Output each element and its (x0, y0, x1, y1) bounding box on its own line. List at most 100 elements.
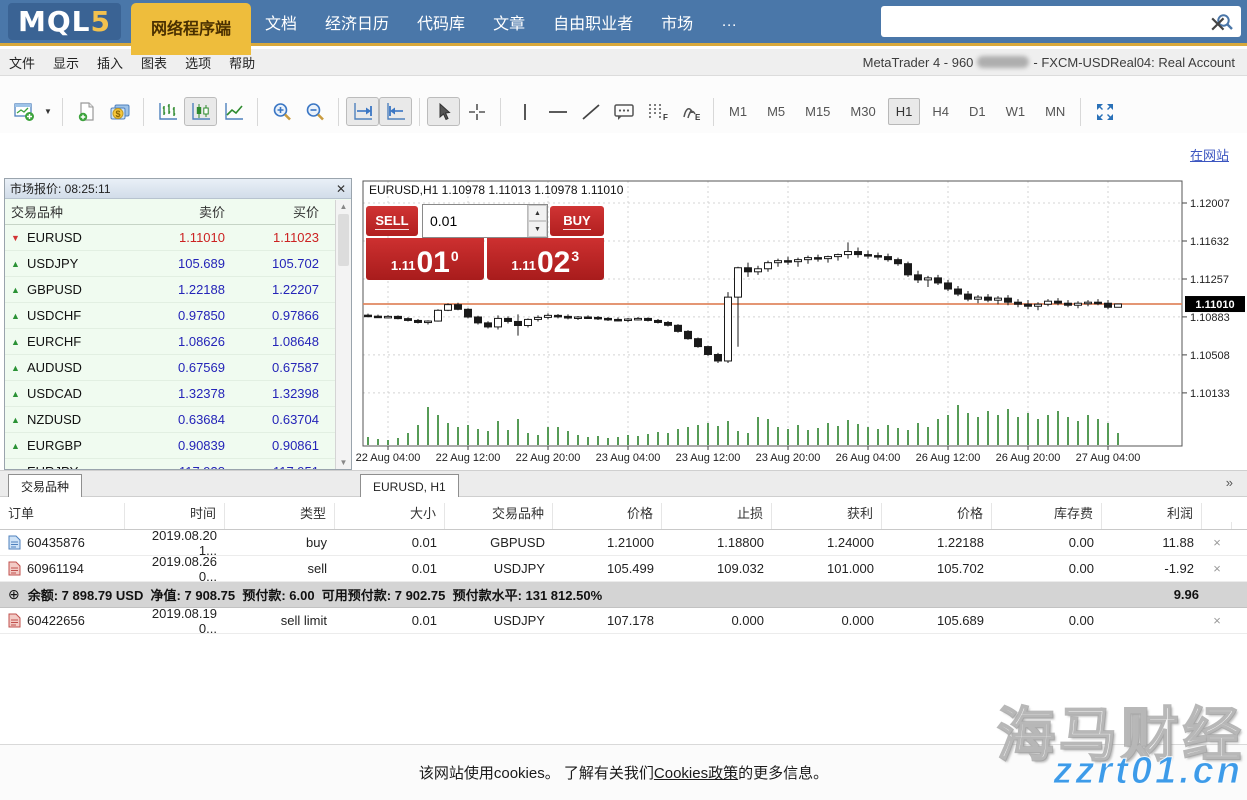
trendline-button[interactable] (574, 97, 607, 126)
volume-up-icon[interactable]: ▲ (528, 205, 547, 221)
search-box (881, 6, 1241, 37)
volume-down-icon[interactable]: ▼ (528, 221, 547, 237)
volume-input[interactable] (423, 205, 527, 237)
market-watch-row-NZDUSD[interactable]: ▲NZDUSD0.636840.63704 (5, 407, 335, 433)
horizontal-line-button[interactable] (541, 97, 574, 126)
auto-scroll-button[interactable] (346, 97, 379, 126)
menu-插入[interactable]: 插入 (88, 49, 132, 76)
mql5-logo[interactable]: MQL5 (8, 3, 121, 40)
new-chart-button[interactable] (8, 97, 41, 126)
orders-col-0[interactable]: 订单 (0, 503, 125, 529)
timeframe-H4[interactable]: H4 (924, 98, 957, 125)
orders-col-3[interactable]: 大小 (335, 503, 445, 529)
timeframe-M30[interactable]: M30 (842, 98, 883, 125)
market-watch-row-USDCHF[interactable]: ▲USDCHF0.978500.97866 (5, 303, 335, 329)
order-close-icon[interactable]: × (1202, 535, 1232, 550)
orders-col-10[interactable]: 利润 (1102, 503, 1202, 529)
new-order-button[interactable] (70, 97, 103, 126)
orders-col-4[interactable]: 交易品种 (445, 503, 553, 529)
nav-tab-…[interactable]: … (707, 3, 751, 41)
timeframe-MN[interactable]: MN (1037, 98, 1073, 125)
market-watch-row-USDJPY[interactable]: ▲USDJPY105.689105.702 (5, 251, 335, 277)
market-watch-close-icon[interactable]: ✕ (336, 183, 346, 195)
cursor-button[interactable] (427, 97, 460, 126)
text-label-button[interactable] (607, 97, 640, 126)
cookie-close-icon[interactable]: ✕ (1209, 12, 1227, 38)
vertical-line-icon (517, 102, 533, 122)
orders-col-2[interactable]: 类型 (225, 503, 335, 529)
nav-tab-经济日历[interactable]: 经济日历 (311, 0, 403, 44)
nav-tab-市场[interactable]: 市场 (647, 0, 707, 44)
orders-col-1[interactable]: 时间 (125, 503, 225, 529)
market-watch-row-AUDUSD[interactable]: ▲AUDUSD0.675690.67587 (5, 355, 335, 381)
scroll-down-icon[interactable]: ▼ (336, 458, 351, 467)
tabs-overflow-icon[interactable]: » (1226, 475, 1233, 490)
timeframe-D1[interactable]: D1 (961, 98, 994, 125)
nav-tab-网络程序端[interactable]: 网络程序端 (131, 3, 251, 55)
nav-tab-文档[interactable]: 文档 (251, 0, 311, 44)
nav-tab-代码库[interactable]: 代码库 (403, 0, 479, 44)
market-watch-row-EURUSD[interactable]: ▼EURUSD1.110101.11023 (5, 225, 335, 251)
nav-tab-文章[interactable]: 文章 (479, 0, 539, 44)
order-close-icon[interactable]: × (1202, 613, 1232, 628)
order-profit: 11.88 (1102, 535, 1202, 550)
candle-chart-icon (190, 102, 212, 122)
timeframe-M15[interactable]: M15 (797, 98, 838, 125)
order-row-60435876[interactable]: 604358762019.08.20 1...buy0.01GBPUSD1.21… (0, 530, 1247, 556)
sell-button[interactable]: SELL (366, 206, 418, 236)
cookie-policy-link[interactable]: Cookies政策 (654, 765, 738, 782)
market-watch-scrollbar[interactable]: ▲ ▼ (335, 200, 351, 469)
zoom-out-button[interactable] (298, 97, 331, 126)
crosshair-button[interactable] (460, 97, 493, 126)
market-watch-rows: ▼EURUSD1.110101.11023▲USDJPY105.689105.7… (5, 225, 335, 469)
menu-显示[interactable]: 显示 (44, 49, 88, 76)
sell-price-panel[interactable]: 1.11 01 0 (366, 238, 484, 280)
orders-col-8[interactable]: 价格 (882, 503, 992, 529)
orders-col-5[interactable]: 价格 (553, 503, 662, 529)
order-row-60422656[interactable]: 604226562019.08.19 0...sell limit0.01USD… (0, 608, 1247, 634)
col-symbol[interactable]: 交易品种 (11, 202, 137, 221)
market-watch-row-EURGBP[interactable]: ▲EURGBP0.908390.90861 (5, 433, 335, 459)
scroll-up-icon[interactable]: ▲ (336, 202, 351, 211)
vertical-line-button[interactable] (508, 97, 541, 126)
order-time: 2019.08.19 0... (125, 606, 225, 636)
nav-tab-自由职业者[interactable]: 自由职业者 (539, 0, 647, 44)
timeframe-W1[interactable]: W1 (998, 98, 1034, 125)
arrow-up-icon: ▲ (11, 389, 21, 399)
orders-col-9[interactable]: 库存费 (992, 503, 1102, 529)
market-watch-row-USDCAD[interactable]: ▲USDCAD1.323781.32398 (5, 381, 335, 407)
account-summary: 余额: 7 898.79 USD 净值: 7 908.75 预付款: 6.00 … (28, 585, 602, 604)
chart-shift-button[interactable] (379, 97, 412, 126)
orders-col-7[interactable]: 获利 (772, 503, 882, 529)
order-row-60961194[interactable]: 609611942019.08.26 0...sell0.01USDJPY105… (0, 556, 1247, 582)
scrollbar-thumb[interactable] (338, 214, 349, 266)
market-watch-row-EURJPY[interactable]: ▲EURJPY117.938117.951 (5, 459, 335, 469)
col-bid[interactable]: 卖价 (137, 202, 233, 221)
menu-文件[interactable]: 文件 (0, 49, 44, 76)
tab-market-watch[interactable]: 交易品种 (8, 474, 82, 498)
zoom-in-button[interactable] (265, 97, 298, 126)
onsite-link[interactable]: 在网站 (1190, 145, 1229, 164)
accounts-button[interactable]: $ (103, 97, 136, 126)
order-close-icon[interactable]: × (1202, 561, 1232, 576)
tab-chart-eurusd-h1[interactable]: EURUSD, H1 (360, 474, 459, 498)
orders-col-6[interactable]: 止损 (662, 503, 772, 529)
horizontal-line-icon (547, 102, 569, 122)
timeframe-H1[interactable]: H1 (888, 98, 921, 125)
fibonacci-button[interactable]: F (640, 97, 673, 126)
market-watch-row-GBPUSD[interactable]: ▲GBPUSD1.221881.22207 (5, 277, 335, 303)
candle-chart-button[interactable] (184, 97, 217, 126)
buy-button[interactable]: BUY (550, 206, 604, 236)
expand-icon[interactable]: ⊕ (8, 586, 20, 603)
bar-chart-button[interactable] (151, 97, 184, 126)
timeframe-M5[interactable]: M5 (759, 98, 793, 125)
buy-price-panel[interactable]: 1.11 02 3 (487, 238, 605, 280)
fullscreen-button[interactable] (1088, 97, 1121, 126)
cycles-button[interactable]: E (673, 97, 706, 126)
col-ask[interactable]: 买价 (233, 202, 327, 221)
line-chart-button[interactable] (217, 97, 250, 126)
search-input[interactable] (881, 8, 1216, 35)
market-watch-row-EURCHF[interactable]: ▲EURCHF1.086261.08648 (5, 329, 335, 355)
timeframe-M1[interactable]: M1 (721, 98, 755, 125)
new-chart-caret[interactable]: ▼ (41, 97, 55, 126)
